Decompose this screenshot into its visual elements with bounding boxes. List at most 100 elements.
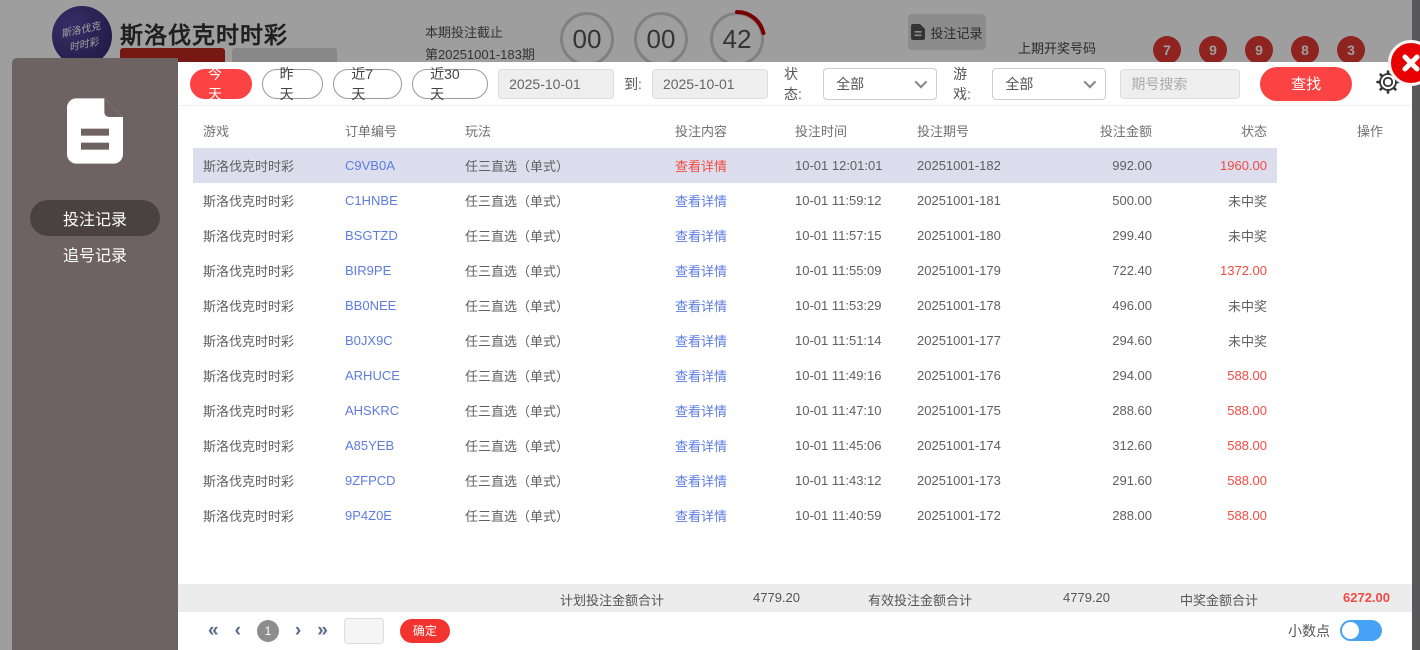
summary-bar: 计划投注金额合计 4779.20 有效投注金额合计 4779.20 中奖金额合计… (178, 584, 1412, 612)
cell-period: 20251001-181 (917, 193, 1001, 208)
cell-order-link[interactable]: 9ZFPCD (335, 473, 455, 488)
cell-game: 斯洛伐克时时彩 (203, 404, 295, 419)
cell-status: 未中奖 (1227, 229, 1267, 244)
header-play: 玩法 (465, 123, 492, 139)
game-select-value: 全部 (1005, 75, 1034, 92)
cell-order-link[interactable]: BIR9PE (335, 263, 455, 278)
win-total-value: 6272.00 (1343, 590, 1390, 605)
view-detail-link[interactable]: 查看详情 (665, 296, 785, 315)
view-detail-link[interactable]: 查看详情 (665, 471, 785, 490)
cell-time: 10-01 11:53:29 (795, 298, 882, 313)
decimal-toggle[interactable] (1340, 620, 1382, 641)
valid-total-label: 有效投注金额合计 (868, 593, 973, 608)
view-detail-link[interactable]: 查看详情 (665, 436, 785, 455)
table-row: 斯洛伐克时时彩 A85YEB 任三直选（单式） 查看详情 10-01 11:45… (178, 428, 1412, 463)
period-search-input[interactable] (1120, 68, 1241, 99)
quick-filter-label: 昨天 (279, 65, 294, 102)
plan-total-label: 计划投注金额合计 (560, 593, 665, 608)
cell-time: 10-01 11:45:06 (795, 438, 882, 453)
cell-game: 斯洛伐克时时彩 (203, 369, 295, 384)
cell-amount: 722.40 (1112, 263, 1152, 278)
plan-total-value: 4779.20 (753, 590, 800, 605)
cell-status: 未中奖 (1227, 194, 1267, 209)
chevron-down-icon (1083, 75, 1097, 89)
quick-filter-30days[interactable]: 近30天 (412, 66, 489, 102)
date-from-input[interactable] (498, 68, 615, 99)
cell-play: 任三直选（单式） (465, 509, 570, 524)
next-page-button[interactable]: › (295, 620, 301, 642)
header-time: 投注时间 (795, 123, 848, 139)
page-scrollbar[interactable] (1412, 0, 1420, 650)
game-label: 游戏: (953, 65, 972, 102)
date-to-input[interactable] (651, 68, 768, 99)
cell-order-link[interactable]: B0JX9C (335, 333, 455, 348)
win-total-label: 中奖金额合计 (1180, 593, 1259, 608)
cell-amount: 496.00 (1112, 298, 1152, 313)
table-row: 斯洛伐克时时彩 BSGTZD 任三直选（单式） 查看详情 10-01 11:57… (178, 218, 1412, 253)
search-button[interactable]: 查找 (1260, 66, 1352, 101)
quick-filter-7days[interactable]: 近7天 (333, 66, 403, 102)
cell-period: 20251001-172 (917, 508, 1001, 523)
game-select[interactable]: 全部 (992, 67, 1107, 100)
cell-play: 任三直选（单式） (465, 299, 570, 314)
cell-time: 10-01 11:51:14 (795, 333, 882, 348)
quick-filter-today[interactable]: 今天 (190, 66, 252, 102)
cell-play: 任三直选（单式） (465, 404, 570, 419)
view-detail-link[interactable]: 查看详情 (665, 148, 785, 183)
view-detail-link[interactable]: 查看详情 (665, 226, 785, 245)
last-page-button[interactable]: » (317, 620, 328, 642)
bet-records-table: 游戏 订单编号 玩法 投注内容 投注时间 投注期号 投注金额 状态 操作 斯洛伐… (178, 112, 1412, 533)
prev-page-button[interactable]: ‹ (235, 620, 241, 642)
table-row: 斯洛伐克时时彩 C9VB0A 任三直选（单式） 查看详情 10-01 12:01… (178, 148, 1412, 183)
records-sidebar: 投注记录 追号记录 (12, 58, 178, 650)
cell-order-link[interactable]: A85YEB (335, 438, 455, 453)
cell-amount: 288.60 (1112, 403, 1152, 418)
cell-order-link[interactable]: BSGTZD (335, 228, 455, 243)
cell-status: 未中奖 (1227, 334, 1267, 349)
cell-status: 588.00 (1227, 473, 1267, 488)
table-body: 斯洛伐克时时彩 C9VB0A 任三直选（单式） 查看详情 10-01 12:01… (178, 148, 1412, 533)
view-detail-link[interactable]: 查看详情 (665, 331, 785, 350)
cell-order-link[interactable]: C1HNBE (335, 193, 455, 208)
first-page-button[interactable]: « (208, 620, 219, 642)
view-detail-link[interactable]: 查看详情 (665, 506, 785, 525)
view-detail-link[interactable]: 查看详情 (665, 191, 785, 210)
confirm-page-button[interactable]: 确定 (399, 618, 450, 643)
sidebar-item-bet-records[interactable]: 投注记录 (30, 200, 160, 236)
bet-records-modal: 今天 昨天 近7天 近30天 到: 状态: 全部 游戏: 全部 查找 (178, 62, 1412, 650)
table-row: 斯洛伐克时时彩 9P4Z0E 任三直选（单式） 查看详情 10-01 11:40… (178, 498, 1412, 533)
cell-status: 588.00 (1227, 368, 1267, 383)
pagination-bar: « ‹ 1 › » 确定 小数点 (178, 611, 1412, 650)
cell-order-link[interactable]: AHSKRC (335, 403, 455, 418)
cell-play: 任三直选（单式） (465, 264, 570, 279)
table-row: 斯洛伐克时时彩 ARHUCE 任三直选（单式） 查看详情 10-01 11:49… (178, 358, 1412, 393)
decimal-label: 小数点 (1288, 622, 1330, 639)
decimal-setting: 小数点 (1288, 620, 1382, 641)
cell-period: 20251001-180 (917, 228, 1001, 243)
cell-order-link[interactable]: C9VB0A (335, 148, 455, 183)
goto-page-input[interactable] (343, 617, 384, 644)
current-page-indicator[interactable]: 1 (256, 619, 279, 642)
cell-amount: 500.00 (1112, 193, 1152, 208)
sidebar-item-label: 追号记录 (62, 248, 127, 265)
view-detail-link[interactable]: 查看详情 (665, 401, 785, 420)
cell-time: 10-01 11:49:16 (795, 368, 882, 383)
records-document-icon (67, 98, 123, 164)
view-detail-link[interactable]: 查看详情 (665, 261, 785, 280)
cell-order-link[interactable]: BB0NEE (335, 298, 455, 313)
cell-amount: 294.60 (1112, 333, 1152, 348)
cell-amount: 294.00 (1112, 368, 1152, 383)
header-period: 投注期号 (917, 123, 970, 139)
cell-period: 20251001-178 (917, 298, 1001, 313)
cell-order-link[interactable]: 9P4Z0E (335, 508, 455, 523)
status-select[interactable]: 全部 (823, 67, 938, 100)
filter-bar: 今天 昨天 近7天 近30天 到: 状态: 全部 游戏: 全部 查找 (178, 62, 1412, 106)
header-order: 订单编号 (345, 123, 398, 139)
cell-game: 斯洛伐克时时彩 (203, 439, 295, 454)
view-detail-link[interactable]: 查看详情 (665, 366, 785, 385)
to-label: 到: (624, 75, 642, 92)
cell-order-link[interactable]: ARHUCE (335, 368, 455, 383)
cell-period: 20251001-176 (917, 368, 1001, 383)
sidebar-item-chase-records[interactable]: 追号记录 (30, 236, 160, 272)
quick-filter-yesterday[interactable]: 昨天 (261, 66, 324, 102)
